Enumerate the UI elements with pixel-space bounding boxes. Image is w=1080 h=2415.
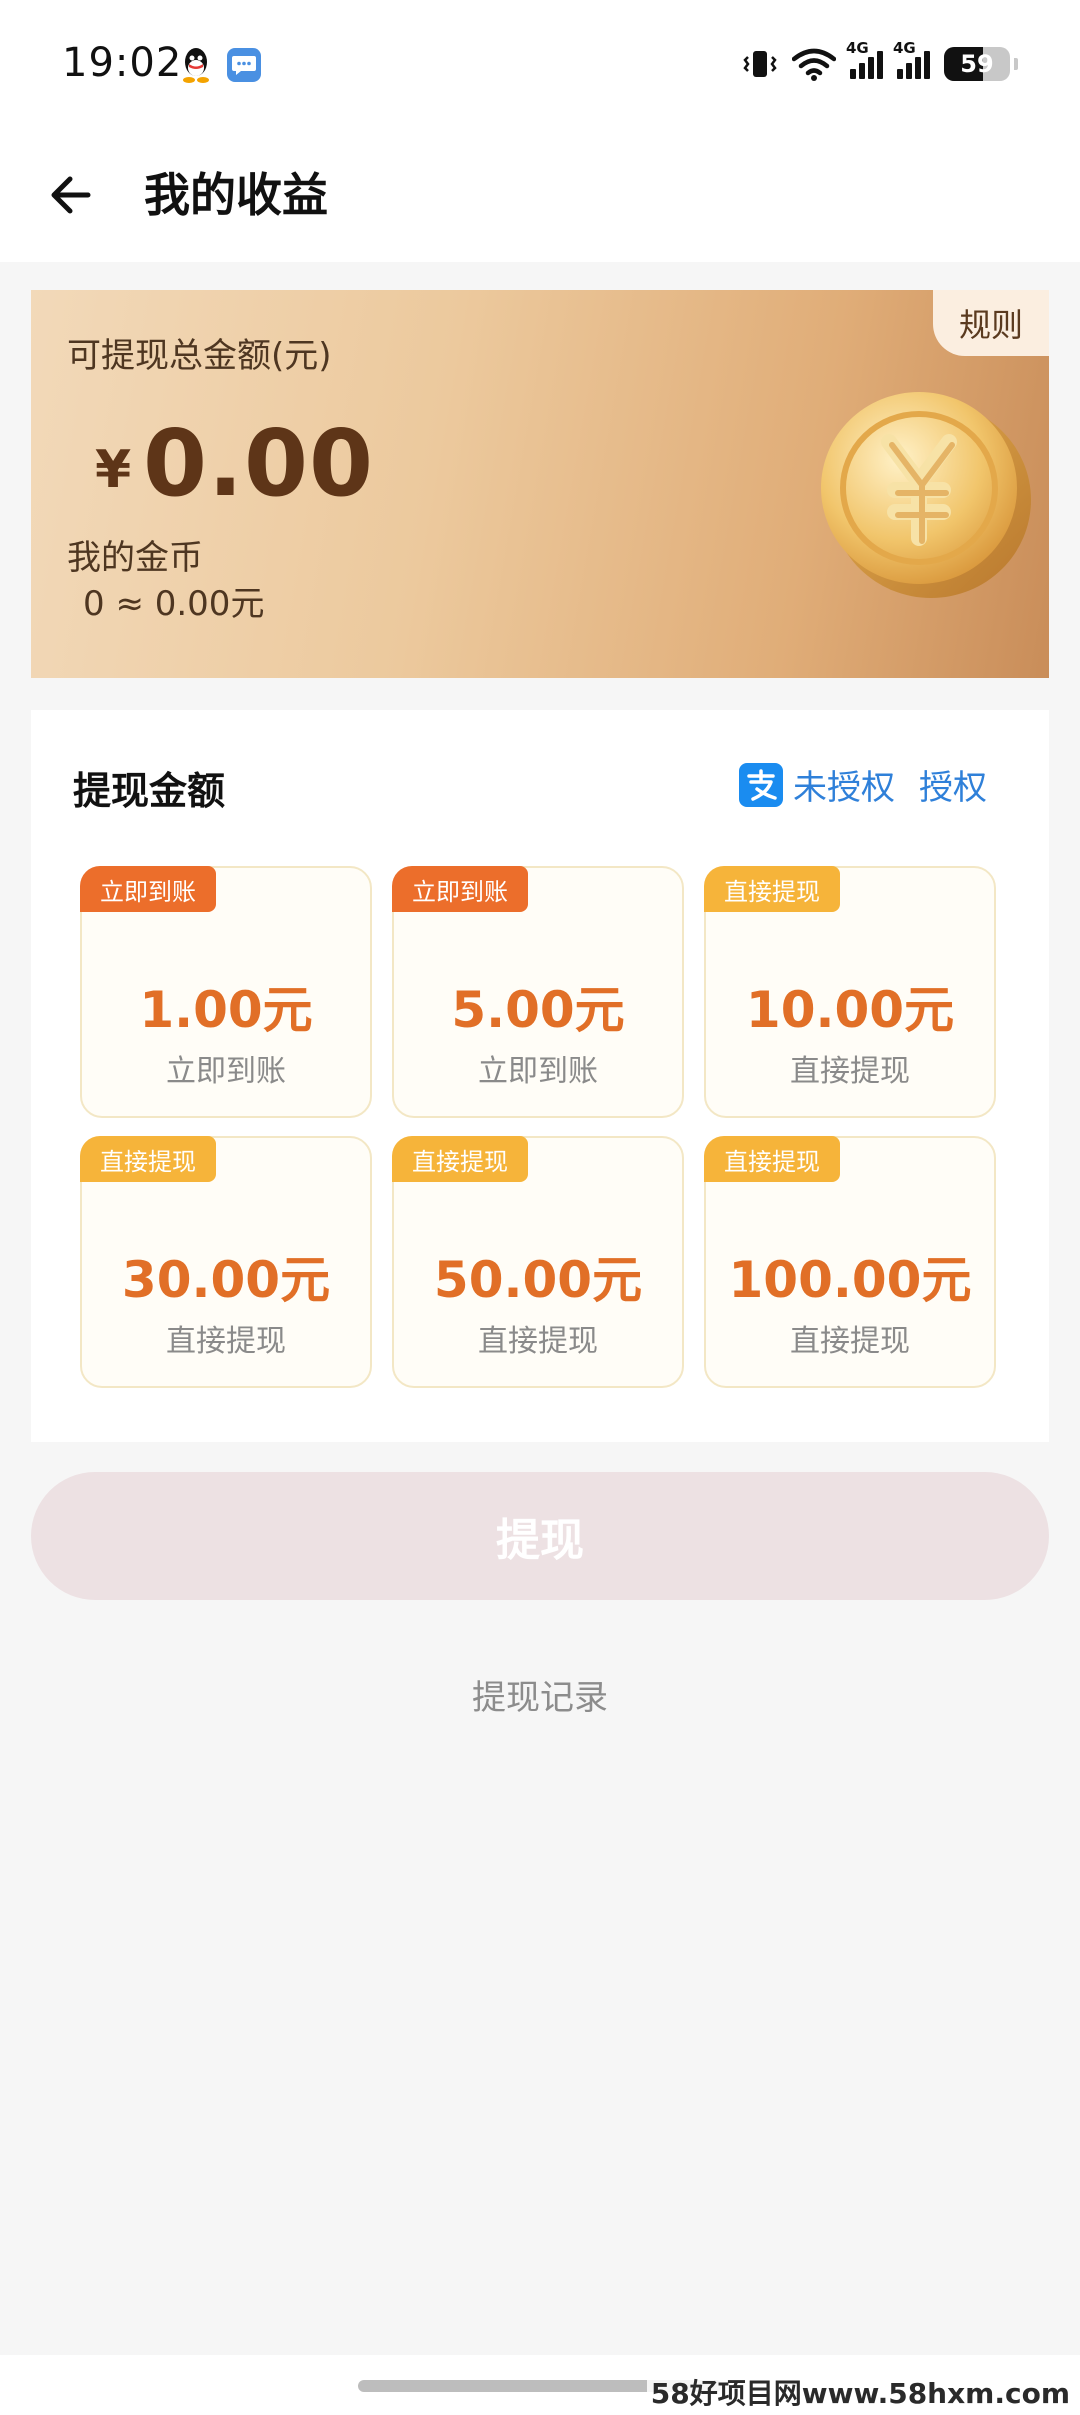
rules-button[interactable]: 规则 [933, 290, 1049, 356]
withdraw-option-30[interactable]: 直接提现 30.00元 直接提现 [80, 1136, 372, 1388]
back-arrow-icon[interactable] [40, 160, 110, 230]
balance-card: 规则 可提现总金额(元) ¥ 0.00 我的金币 0 ≈ 0.00元 [31, 290, 1049, 678]
battery-level: 59 [960, 50, 994, 78]
option-badge: 直接提现 [704, 866, 840, 912]
alipay-auth-status: 未授权 授权 [739, 760, 987, 809]
top-app-bar: 我的收益 [0, 130, 1080, 262]
my-coins-value: 0 ≈ 0.00元 [83, 584, 265, 624]
option-desc: 直接提现 [478, 1324, 598, 1359]
alipay-unauthorized-label: 未授权 [793, 768, 895, 808]
signal-4g-icon: 4G [846, 39, 883, 79]
option-amount: 30.00元 [121, 1251, 331, 1309]
option-desc: 直接提现 [166, 1324, 286, 1359]
withdraw-option-5[interactable]: 立即到账 5.00元 立即到账 [392, 866, 684, 1118]
withdraw-button[interactable]: 提现 [31, 1472, 1049, 1600]
status-icons: 4G 4G 59 [742, 39, 1018, 86]
wifi-icon [792, 48, 836, 81]
watermark: 58好项目网www.58hxm.com [646, 2372, 1074, 2412]
option-desc: 立即到账 [166, 1054, 286, 1089]
status-time: 19:02 [62, 40, 183, 86]
vibrate-icon [743, 51, 777, 77]
withdrawable-total-amount: 0.00 [143, 410, 374, 517]
withdraw-amount-panel: 提现金额 未授权 授权 立即到账 1.00元 立即到账 立即到账 5.00元 立… [31, 710, 1049, 1442]
withdraw-option-100[interactable]: 直接提现 100.00元 直接提现 [704, 1136, 996, 1388]
currency-symbol: ¥ [95, 440, 132, 500]
withdraw-option-1[interactable]: 立即到账 1.00元 立即到账 [80, 866, 372, 1118]
message-icon [227, 48, 261, 82]
option-badge: 直接提现 [392, 1136, 528, 1182]
option-amount: 100.00元 [728, 1251, 972, 1309]
signal-4g-icon: 4G [893, 39, 930, 79]
my-coins-label: 我的金币 [67, 538, 203, 578]
option-desc: 直接提现 [790, 1054, 910, 1089]
option-desc: 直接提现 [790, 1324, 910, 1359]
withdraw-option-50[interactable]: 直接提现 50.00元 直接提现 [392, 1136, 684, 1388]
withdrawable-total-label: 可提现总金额(元) [67, 336, 332, 376]
battery-tip [1014, 58, 1018, 70]
alipay-icon [739, 762, 783, 807]
network-label: 4G [846, 39, 869, 57]
option-badge: 直接提现 [704, 1136, 840, 1182]
withdraw-history-link[interactable]: 提现记录 [0, 1670, 1080, 1719]
gold-yuan-coin-icon [821, 392, 1031, 598]
qq-icon [183, 48, 209, 83]
withdraw-option-10[interactable]: 直接提现 10.00元 直接提现 [704, 866, 996, 1118]
network-label: 4G [893, 39, 916, 57]
option-amount: 5.00元 [451, 981, 625, 1039]
battery-icon: 59 [944, 47, 1010, 81]
option-badge: 立即到账 [392, 866, 528, 912]
withdraw-amount-title: 提现金额 [73, 769, 226, 813]
option-badge: 直接提现 [80, 1136, 216, 1182]
option-desc: 立即到账 [478, 1054, 598, 1089]
status-bar: 19:02 4G 4G 59 [0, 0, 1080, 130]
option-amount: 50.00元 [433, 1251, 643, 1309]
option-badge: 立即到账 [80, 866, 216, 912]
page-title: 我的收益 [144, 168, 328, 222]
option-amount: 1.00元 [139, 981, 313, 1039]
authorize-button[interactable]: 授权 [919, 760, 987, 809]
option-amount: 10.00元 [745, 981, 955, 1039]
